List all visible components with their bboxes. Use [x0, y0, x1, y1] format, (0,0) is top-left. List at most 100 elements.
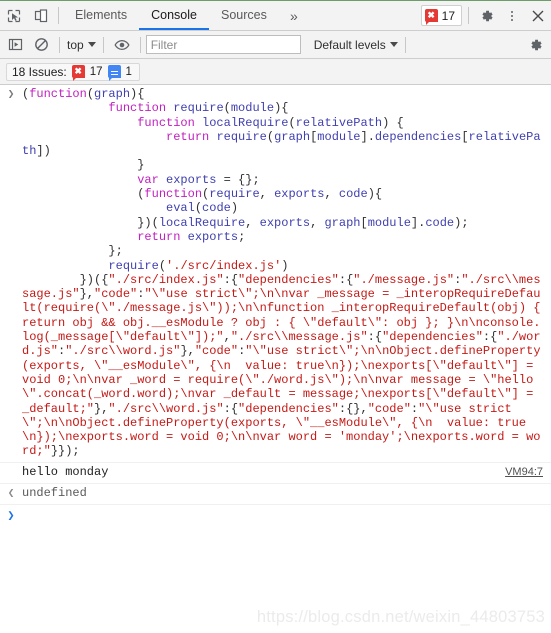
devtools-window: Elements Console Sources » ✖ 17 top Filt…: [0, 0, 551, 633]
code-token: (: [158, 258, 167, 273]
inspect-element-icon[interactable]: [0, 1, 27, 30]
clear-console-icon[interactable]: [28, 32, 54, 58]
live-expression-icon[interactable]: [109, 32, 135, 58]
code-token: function: [108, 101, 167, 116]
code-token: :{},: [338, 401, 368, 416]
filter-input[interactable]: [145, 35, 301, 54]
close-icon[interactable]: [524, 1, 551, 30]
issues-label: 18 Issues:: [12, 64, 67, 79]
watermark: https://blog.csdn.net/weixin_44803753: [256, 608, 545, 626]
code-token: require: [209, 187, 260, 202]
code-token: exports: [274, 187, 325, 202]
code-token: :{: [482, 330, 498, 345]
code-token: [: [360, 215, 368, 230]
console-result-message[interactable]: ❮ undefined: [0, 484, 551, 505]
code-token: relativePath: [295, 115, 383, 130]
toolbar-divider-1: [59, 36, 60, 53]
code-token: localRequire: [158, 215, 246, 230]
more-options-icon[interactable]: [500, 1, 524, 30]
console-prompt[interactable]: ❯: [0, 505, 551, 529]
console-input-message[interactable]: ❯ (function(graph){ function require(mod…: [0, 85, 551, 463]
issues-error-count: 17: [89, 65, 103, 78]
code-token: (: [288, 115, 296, 130]
tab-elements[interactable]: Elements: [63, 1, 139, 30]
code-token: eval: [166, 201, 195, 216]
code-token: ,: [259, 187, 275, 202]
issues-bar: 18 Issues: ✖ 17 1: [0, 59, 551, 85]
device-toolbar-icon[interactable]: [27, 1, 54, 30]
issues-info-count: 1: [125, 65, 132, 78]
code-token: },: [180, 344, 195, 359]
output-arrow-icon: ❮: [7, 487, 15, 500]
error-badge-icon-2: ✖: [71, 65, 85, 81]
code-token: {: [230, 401, 239, 416]
console-prompt-input[interactable]: [22, 508, 551, 522]
code-token: ,: [245, 215, 260, 230]
code-token: var: [137, 172, 159, 187]
code-token: exports: [166, 172, 217, 187]
code-token: function: [137, 115, 195, 130]
code-token: "./src\\message.js": [230, 330, 368, 345]
execution-context-selector[interactable]: top: [65, 38, 98, 52]
code-token: graph: [274, 129, 311, 144]
error-count-chip[interactable]: ✖ 17: [420, 5, 462, 26]
info-badge-icon: [107, 65, 121, 81]
tab-console[interactable]: Console: [139, 1, 209, 30]
code-token: (: [223, 101, 231, 116]
error-count-label: 17: [441, 8, 455, 23]
log-levels-selector[interactable]: Default levels: [312, 38, 400, 52]
code-token: module: [367, 215, 411, 230]
prompt-arrow-icon: ❯: [7, 508, 15, 523]
code-token: },: [79, 287, 95, 302]
console-settings-icon[interactable]: [523, 32, 549, 58]
code-token: exports: [259, 215, 311, 230]
code-token: "./message.js": [353, 272, 455, 287]
log-levels-value: Default levels: [313, 37, 386, 52]
console-message-list[interactable]: ❯ (function(graph){ function require(mod…: [0, 85, 551, 633]
code-token: "code": [194, 344, 239, 359]
code-token: "./src/index.js": [108, 272, 224, 287]
toolbar-divider-5: [404, 36, 406, 53]
issues-summary-button[interactable]: 18 Issues: ✖ 17 1: [6, 62, 140, 81]
code-token: :{: [223, 272, 239, 287]
log-message-text: hello monday: [22, 464, 109, 479]
devtools-tab-list: Elements Console Sources »: [63, 1, 309, 30]
tabbar-divider-2: [468, 7, 469, 24]
console-log-message[interactable]: hello monday VM94:7: [0, 463, 551, 484]
code-token: "code": [94, 287, 138, 302]
log-source-link[interactable]: VM94:7: [505, 466, 551, 478]
devtools-tabbar: Elements Console Sources » ✖ 17: [0, 1, 551, 31]
code-token: return: [137, 229, 181, 244]
code-token: graph: [324, 215, 361, 230]
code-token: }});: [50, 444, 80, 459]
code-token: :: [338, 272, 347, 287]
code-token: exports: [187, 229, 239, 244]
code-token: "dependencies": [382, 330, 483, 345]
code-token: :: [223, 401, 231, 416]
code-token: dependencies: [374, 129, 462, 144]
input-arrow-icon: ❯: [7, 89, 15, 101]
result-value: undefined: [22, 485, 87, 500]
chevron-down-icon-2: [389, 42, 398, 47]
toolbar-divider-4: [306, 37, 307, 53]
code-token: (: [86, 87, 95, 101]
execute-snippet-icon[interactable]: [2, 32, 28, 58]
code-token: code: [425, 215, 455, 230]
more-tabs-icon[interactable]: »: [279, 1, 309, 30]
code-token: ].: [360, 129, 375, 144]
code-token: "dependencies": [238, 401, 339, 416]
code-token: './src/index.js': [166, 258, 282, 273]
code-token: graph: [94, 87, 131, 101]
tab-sources[interactable]: Sources: [209, 1, 279, 30]
toolbar-divider-2: [102, 36, 104, 53]
gear-icon[interactable]: [473, 1, 500, 30]
code-token: (: [266, 129, 275, 144]
code-token: module: [317, 129, 361, 144]
log-gutter: [0, 474, 22, 475]
code-token: module: [230, 101, 275, 116]
error-badge-icon: ✖: [424, 9, 438, 25]
code-token: {: [374, 330, 383, 345]
